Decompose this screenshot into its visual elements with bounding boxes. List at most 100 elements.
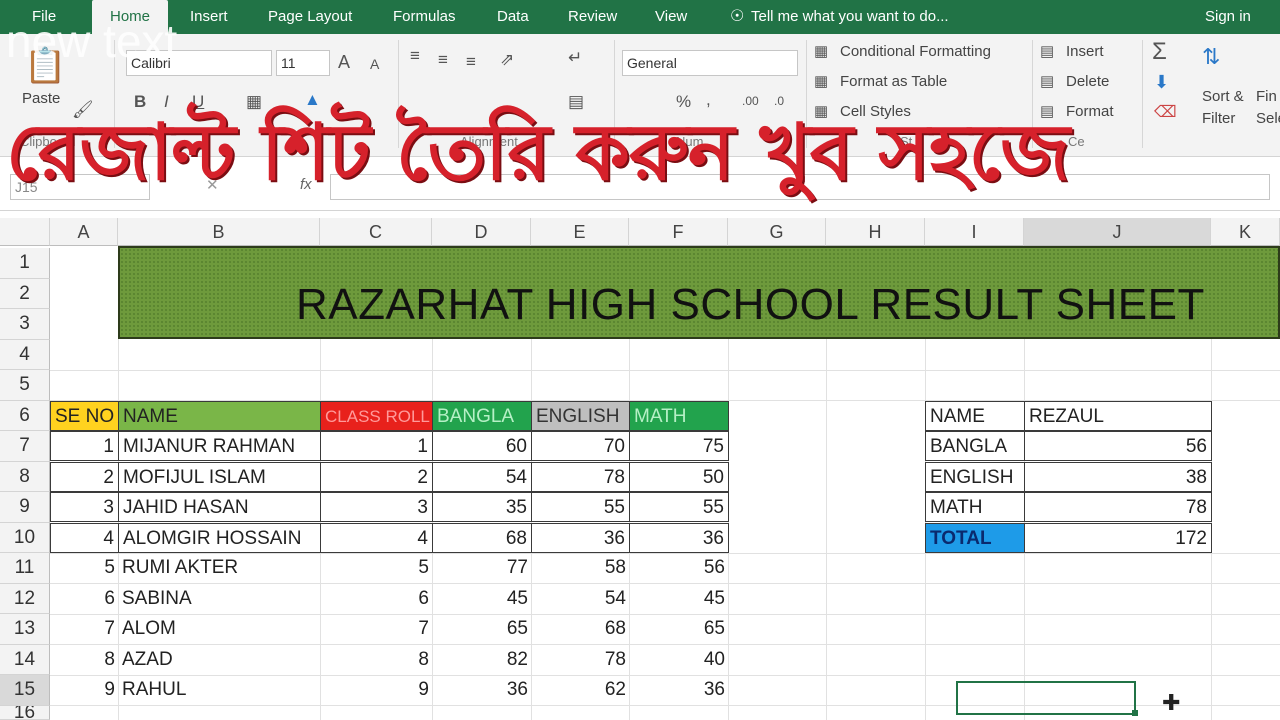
cell-roll[interactable]: 6 <box>320 584 433 614</box>
cell-se-no[interactable]: 7 <box>50 614 119 644</box>
tab-formulas[interactable]: Formulas <box>393 0 456 34</box>
cell-se-no[interactable]: 5 <box>50 553 119 583</box>
font-shrink-button[interactable]: A <box>370 56 379 72</box>
lookup-bangla-value[interactable]: 56 <box>1024 431 1212 461</box>
cell-english[interactable]: 54 <box>531 584 630 614</box>
header-se-no[interactable]: SE NO <box>50 401 119 431</box>
fill-handle[interactable] <box>1132 710 1138 716</box>
autosum-icon[interactable]: Σ <box>1152 38 1167 66</box>
cell-roll[interactable]: 9 <box>320 675 433 705</box>
cell-se-no[interactable]: 6 <box>50 584 119 614</box>
cell-roll[interactable]: 4 <box>320 522 433 553</box>
cell-math[interactable]: 40 <box>629 645 729 675</box>
header-math[interactable]: MATH <box>629 401 729 431</box>
row-header[interactable]: 14 <box>0 644 50 675</box>
cell-bangla[interactable]: 36 <box>432 675 532 705</box>
tab-data[interactable]: Data <box>497 0 529 34</box>
align-bottom-icon[interactable]: ≡ <box>466 52 476 72</box>
cell-bangla[interactable]: 77 <box>432 553 532 583</box>
cell-english[interactable]: 58 <box>531 553 630 583</box>
cell-name[interactable]: RUMI AKTER <box>118 553 321 583</box>
cell-bangla[interactable]: 82 <box>432 645 532 675</box>
cell-se-no[interactable]: 9 <box>50 675 119 705</box>
lookup-math-label[interactable]: MATH <box>925 492 1025 522</box>
cell-name[interactable]: ALOMGIR HOSSAIN <box>118 522 321 553</box>
insert-cells-button[interactable]: Insert <box>1066 43 1104 60</box>
align-top-icon[interactable]: ≡ <box>410 46 420 66</box>
orientation-icon[interactable]: ⇗ <box>500 50 514 70</box>
cell-math[interactable]: 36 <box>629 522 729 553</box>
wrap-text-icon[interactable]: ↵ <box>568 48 582 68</box>
tell-me-search[interactable]: Tell me what you want to do... <box>751 0 949 34</box>
cell-name[interactable]: ALOM <box>118 614 321 644</box>
cell-math[interactable]: 50 <box>629 461 729 492</box>
lookup-name-value[interactable]: REZAUL <box>1024 401 1212 431</box>
row-header[interactable]: 4 <box>0 339 50 370</box>
font-size-box[interactable]: 11 <box>276 50 330 76</box>
row-header[interactable]: 16 <box>0 705 50 720</box>
cell-bangla[interactable]: 65 <box>432 614 532 644</box>
tab-page-layout[interactable]: Page Layout <box>268 0 352 34</box>
cell-se-no[interactable]: 3 <box>50 492 119 522</box>
lookup-bangla-label[interactable]: BANGLA <box>925 431 1025 461</box>
cell-se-no[interactable]: 2 <box>50 461 119 492</box>
row-header[interactable]: 7 <box>0 431 50 462</box>
cell-bangla[interactable]: 54 <box>432 461 532 492</box>
cell-bangla[interactable]: 45 <box>432 584 532 614</box>
tab-insert[interactable]: Insert <box>190 0 228 34</box>
cell-english[interactable]: 36 <box>531 522 630 553</box>
cell-name[interactable]: MOFIJUL ISLAM <box>118 461 321 492</box>
row-header[interactable]: 10 <box>0 522 50 553</box>
sign-in-link[interactable]: Sign in <box>1205 0 1251 34</box>
cell-se-no[interactable]: 8 <box>50 645 119 675</box>
tab-view[interactable]: View <box>655 0 687 34</box>
lookup-math-value[interactable]: 78 <box>1024 492 1212 522</box>
cell-english[interactable]: 68 <box>531 614 630 644</box>
row-header[interactable]: 3 <box>0 309 50 340</box>
sort-filter-icon[interactable]: ⇅ <box>1202 44 1220 70</box>
cell-name[interactable]: MIJANUR RAHMAN <box>118 431 321 461</box>
active-cell-selection[interactable] <box>956 681 1136 715</box>
cell-english[interactable]: 78 <box>531 645 630 675</box>
cell-math[interactable]: 55 <box>629 492 729 522</box>
lookup-total-label[interactable]: TOTAL <box>925 522 1025 553</box>
cell-math[interactable]: 36 <box>629 675 729 705</box>
format-as-table-button[interactable]: Format as Table <box>840 73 947 90</box>
cell-english[interactable]: 62 <box>531 675 630 705</box>
row-header[interactable]: 9 <box>0 492 50 523</box>
cell-bangla[interactable]: 68 <box>432 522 532 553</box>
cell-roll[interactable]: 1 <box>320 431 433 461</box>
align-middle-icon[interactable]: ≡ <box>438 50 448 70</box>
cell-name[interactable]: JAHID HASAN <box>118 492 321 522</box>
cell-english[interactable]: 70 <box>531 431 630 461</box>
cell-name[interactable]: SABINA <box>118 584 321 614</box>
cell-se-no[interactable]: 4 <box>50 522 119 553</box>
cell-se-no[interactable]: 1 <box>50 431 119 461</box>
cell-bangla[interactable]: 60 <box>432 431 532 461</box>
tab-review[interactable]: Review <box>568 0 617 34</box>
cell-roll[interactable]: 8 <box>320 645 433 675</box>
row-header[interactable]: 5 <box>0 370 50 401</box>
cell-math[interactable]: 45 <box>629 584 729 614</box>
cell-english[interactable]: 78 <box>531 461 630 492</box>
cell-roll[interactable]: 5 <box>320 553 433 583</box>
cell-math[interactable]: 65 <box>629 614 729 644</box>
cell-name[interactable]: RAHUL <box>118 675 321 705</box>
cell-name[interactable]: AZAD <box>118 645 321 675</box>
cell-math[interactable]: 56 <box>629 553 729 583</box>
lookup-english-value[interactable]: 38 <box>1024 461 1212 492</box>
cell-roll[interactable]: 7 <box>320 614 433 644</box>
header-class-roll[interactable]: CLASS ROLL <box>320 401 433 431</box>
cell-bangla[interactable]: 35 <box>432 492 532 522</box>
cell-roll[interactable]: 3 <box>320 492 433 522</box>
delete-cells-button[interactable]: Delete <box>1066 73 1109 90</box>
header-name[interactable]: NAME <box>118 401 321 431</box>
lookup-name-label[interactable]: NAME <box>925 401 1025 431</box>
conditional-formatting-button[interactable]: Conditional Formatting <box>840 43 991 60</box>
cell-english[interactable]: 55 <box>531 492 630 522</box>
cell-math[interactable]: 75 <box>629 431 729 461</box>
row-header[interactable]: 11 <box>0 553 50 584</box>
header-english[interactable]: ENGLISH <box>531 401 630 431</box>
cell-roll[interactable]: 2 <box>320 461 433 492</box>
font-grow-button[interactable]: A <box>338 52 350 73</box>
